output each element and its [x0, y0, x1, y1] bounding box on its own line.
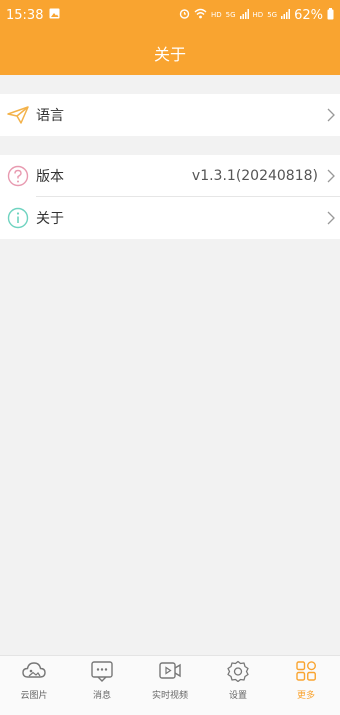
question-circle-icon	[0, 165, 36, 187]
signal-2-type: 5G	[267, 11, 278, 19]
tab-label: 消息	[92, 691, 111, 701]
hd-badge-2: HD	[252, 11, 264, 19]
tab-label: 设置	[228, 691, 247, 701]
page-header: 关于	[0, 30, 340, 75]
version-value: v1.3.1(20240818)	[191, 168, 318, 184]
chevron-right-icon	[324, 169, 338, 183]
message-icon	[90, 660, 114, 686]
tab-label: 更多	[296, 691, 315, 701]
image-notification-icon	[49, 8, 60, 23]
tab-live-video[interactable]: 实时视频	[136, 660, 204, 701]
chevron-right-icon	[324, 108, 338, 122]
grid-more-icon	[294, 660, 318, 686]
status-bar: 15:38 HD 5G HD 5G 62%	[0, 0, 340, 30]
signal-2-icon	[281, 8, 291, 22]
signal-1-type: 5G	[225, 11, 236, 19]
bottom-tab-bar: 云图片 消息 实时视频 设置 更多	[0, 655, 340, 715]
hd-badge-1: HD	[211, 11, 222, 19]
battery-percent: 62%	[294, 7, 323, 23]
info-circle-icon	[0, 207, 36, 229]
chevron-right-icon	[324, 211, 338, 225]
page-title: 关于	[153, 44, 186, 64]
status-time: 15:38	[6, 7, 44, 23]
alarm-icon	[179, 8, 190, 22]
tab-messages[interactable]: 消息	[68, 660, 136, 701]
signal-1-icon	[239, 8, 249, 22]
tab-label: 实时视频	[151, 691, 188, 701]
video-icon	[158, 660, 182, 686]
battery-icon	[327, 7, 334, 23]
paper-plane-icon	[0, 106, 36, 124]
gear-icon	[226, 660, 250, 686]
language-label: 语言	[36, 108, 64, 124]
about-label: 关于	[36, 211, 64, 227]
cloud-image-icon	[22, 660, 46, 686]
settings-group-language: 语言	[0, 94, 340, 136]
version-row[interactable]: 版本 v1.3.1(20240818)	[0, 155, 340, 197]
tab-cloud-images[interactable]: 云图片	[0, 660, 68, 701]
wifi-icon	[194, 8, 207, 22]
version-label: 版本	[36, 169, 64, 185]
tab-label: 云图片	[20, 691, 48, 701]
about-row[interactable]: 关于	[0, 197, 340, 239]
settings-group-info: 版本 v1.3.1(20240818) 关于	[0, 155, 340, 239]
tab-settings[interactable]: 设置	[204, 660, 272, 701]
tab-more[interactable]: 更多	[272, 660, 340, 701]
language-row[interactable]: 语言	[0, 94, 340, 136]
